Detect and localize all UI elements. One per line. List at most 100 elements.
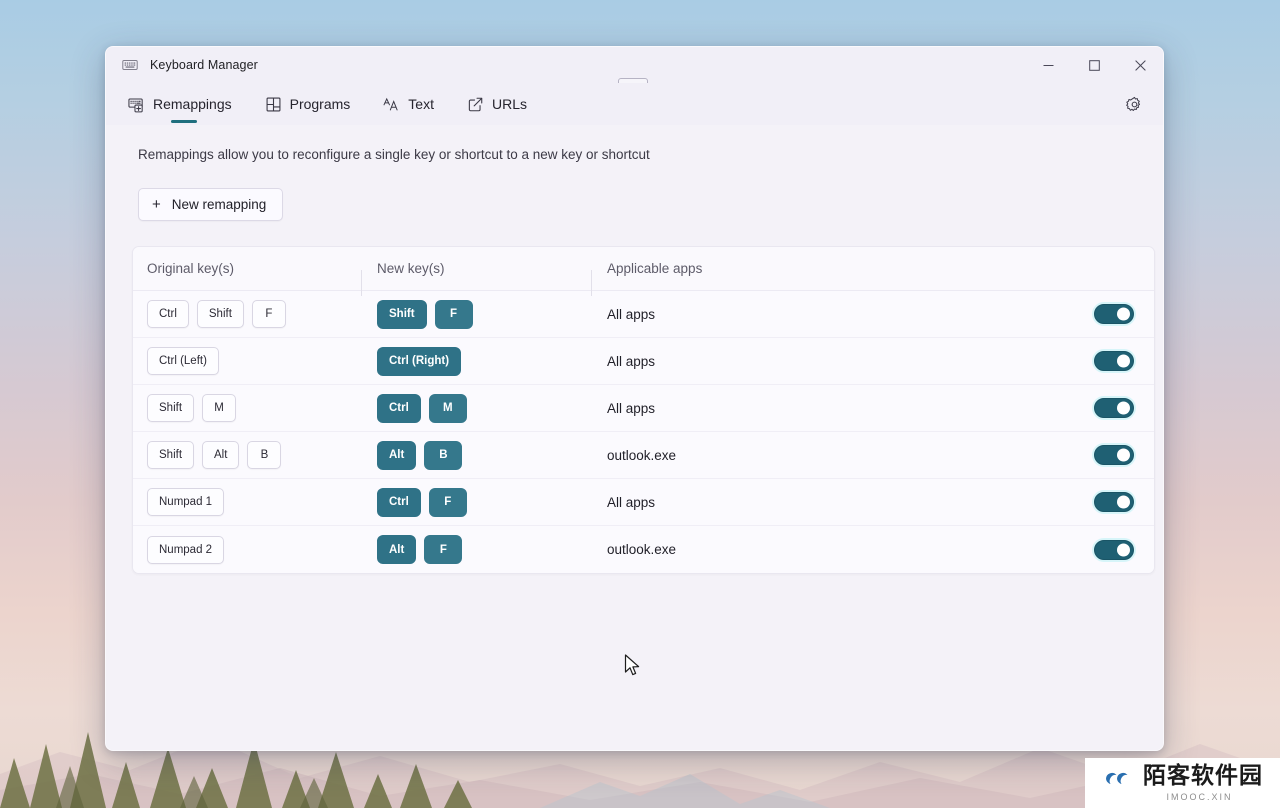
original-key-chip: Alt [202, 441, 239, 469]
new-key-chip: F [429, 488, 467, 517]
new-remapping-button[interactable]: + New remapping [138, 188, 283, 221]
keyboard-manager-window: Keyboard Manager [105, 46, 1164, 751]
keyboard-icon [122, 57, 138, 73]
table-row[interactable]: Shift M Ctrl M All apps [133, 385, 1154, 432]
original-keys-cell: Ctrl (Left) [133, 347, 363, 375]
gear-icon [1126, 96, 1143, 113]
applicable-apps-cell: All apps [593, 354, 1074, 369]
close-icon [1135, 60, 1146, 71]
original-keys-cell: Numpad 1 [133, 488, 363, 516]
tab-text[interactable]: Text [379, 83, 447, 125]
new-keys-cell: Alt F [363, 535, 593, 564]
applicable-apps-cell: All apps [593, 495, 1074, 510]
table-row[interactable]: Ctrl (Left) Ctrl (Right) All apps [133, 338, 1154, 385]
plus-icon: + [152, 197, 161, 212]
new-keys-cell: Alt B [363, 441, 593, 470]
column-header-new-keys: New key(s) [363, 261, 593, 276]
table-row[interactable]: Numpad 2 Alt Foutlook.exe [133, 526, 1154, 573]
watermark: 陌客软件园 IMOOC.XIN [1085, 758, 1280, 808]
new-key-chip: F [424, 535, 462, 564]
original-keys-cell: CtrlShiftF [133, 300, 363, 328]
tab-remappings[interactable]: Remappings [124, 83, 245, 125]
enable-toggle[interactable] [1094, 398, 1134, 418]
tab-label: Remappings [153, 96, 232, 112]
close-button[interactable] [1117, 47, 1163, 83]
new-key-chip: Ctrl (Right) [377, 347, 461, 376]
original-key-chip: M [202, 394, 236, 422]
new-remapping-label: New remapping [172, 197, 267, 212]
applicable-apps-cell: outlook.exe [593, 448, 1074, 463]
toggle-cell [1074, 492, 1154, 512]
enable-toggle[interactable] [1094, 540, 1134, 560]
new-key-chip: F [435, 300, 473, 329]
toggle-knob [1117, 402, 1130, 415]
original-keys-cell: Numpad 2 [133, 536, 363, 564]
table-header-row: Original key(s) New key(s) Applicable ap… [133, 247, 1154, 291]
toggle-knob [1117, 449, 1130, 462]
new-key-chip: Ctrl [377, 394, 421, 423]
watermark-row: 陌客软件园 [1102, 765, 1263, 789]
grid-apps-icon [265, 96, 282, 113]
tab-label: Programs [290, 96, 351, 112]
original-key-chip: Shift [147, 394, 194, 422]
table-body: CtrlShiftFShiftFAll appsCtrl (Left)Ctrl … [133, 291, 1154, 573]
new-keys-cell: Shift F [363, 300, 593, 329]
original-key-chip: F [252, 300, 286, 328]
applicable-apps-cell: outlook.exe [593, 542, 1074, 557]
original-key-chip: Ctrl [147, 300, 189, 328]
new-key-chip: M [429, 394, 467, 423]
tab-urls[interactable]: URLs [463, 83, 540, 125]
maximize-button[interactable] [1071, 47, 1117, 83]
window-title: Keyboard Manager [150, 58, 258, 72]
minimize-button[interactable] [1025, 47, 1071, 83]
text-aa-icon [383, 96, 400, 113]
toggle-cell [1074, 351, 1154, 371]
mokexin-logo-icon [1102, 765, 1136, 789]
toggle-knob [1117, 496, 1130, 509]
watermark-text: 陌客软件园 [1143, 765, 1263, 788]
table-row[interactable]: CtrlShiftF Shift F All apps [133, 291, 1154, 338]
enable-toggle[interactable] [1094, 304, 1134, 324]
new-key-chip: B [424, 441, 462, 470]
external-link-icon [467, 96, 484, 113]
maximize-icon [1089, 60, 1100, 71]
original-key-chip: Numpad 2 [147, 536, 224, 564]
new-key-chip: Shift [377, 300, 427, 329]
original-key-chip: Ctrl (Left) [147, 347, 219, 375]
enable-toggle[interactable] [1094, 351, 1134, 371]
original-keys-cell: Shift M [133, 394, 363, 422]
tab-programs[interactable]: Programs [261, 83, 364, 125]
toggle-cell [1074, 304, 1154, 324]
table-row[interactable]: Numpad 1 Ctrl F All apps [133, 479, 1154, 526]
new-key-chip: Alt [377, 535, 416, 564]
toggle-cell [1074, 398, 1154, 418]
tab-label: URLs [492, 96, 527, 112]
settings-button[interactable] [1119, 89, 1149, 119]
window-caption-buttons [1025, 47, 1163, 83]
toggle-cell [1074, 445, 1154, 465]
toggle-knob [1117, 355, 1130, 368]
remappings-table: Original key(s) New key(s) Applicable ap… [132, 246, 1155, 574]
mouse-pointer-icon [624, 654, 641, 678]
column-header-applicable-apps: Applicable apps [593, 261, 1074, 276]
original-keys-cell: ShiftAltB [133, 441, 363, 469]
column-header-original-keys: Original key(s) [133, 261, 363, 276]
enable-toggle[interactable] [1094, 492, 1134, 512]
enable-toggle[interactable] [1094, 445, 1134, 465]
original-key-chip: Shift [147, 441, 194, 469]
new-keys-cell: Ctrl M [363, 394, 593, 423]
applicable-apps-cell: All apps [593, 401, 1074, 416]
tab-bar: Remappings Programs T [106, 83, 1163, 125]
original-key-chip: Numpad 1 [147, 488, 224, 516]
tab-label: Text [408, 96, 434, 112]
panel-description: Remappings allow you to reconfigure a si… [138, 147, 1137, 162]
watermark-subtext: IMOOC.XIN [1166, 792, 1232, 802]
keyboard-remap-icon [128, 96, 145, 113]
applicable-apps-cell: All apps [593, 307, 1074, 322]
new-key-chip: Ctrl [377, 488, 421, 517]
new-key-chip: Alt [377, 441, 416, 470]
table-row[interactable]: ShiftAltBAltBoutlook.exe [133, 432, 1154, 479]
toggle-knob [1117, 543, 1130, 556]
desktop-background: Keyboard Manager [0, 0, 1280, 808]
toggle-cell [1074, 540, 1154, 560]
